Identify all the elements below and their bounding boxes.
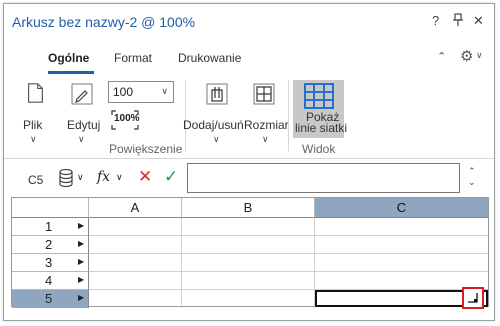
row-header-1[interactable]: 1 ▶	[12, 218, 89, 236]
row-header-4[interactable]: 4 ▶	[12, 272, 89, 290]
cell-b2[interactable]	[182, 236, 315, 254]
database-button[interactable]: ∨	[58, 168, 86, 188]
title-bar: Arkusz bez nazwy-2 @ 100% ? ✕	[4, 4, 494, 38]
group-separator	[288, 80, 289, 152]
pin-button[interactable]	[452, 13, 464, 30]
row-number: 5	[45, 291, 53, 306]
gridlines-icon	[304, 83, 334, 109]
zoom-group-label: Powiększenie	[109, 142, 183, 156]
row-arrow-icon: ▶	[78, 221, 85, 230]
function-button[interactable]: fx ∨	[95, 168, 127, 188]
expand-formula-icon[interactable]: ⌃ ⌄	[468, 166, 476, 188]
zoom-100-button[interactable]: 100%	[110, 109, 140, 131]
gear-icon[interactable]: ⚙	[460, 47, 473, 65]
dodaj-usun-label: Dodaj/usuń	[183, 118, 244, 132]
zoom-100-text: 100%	[114, 113, 140, 124]
formula-input[interactable]	[187, 163, 460, 193]
chevron-down-icon: ∨	[116, 172, 123, 182]
tab-format[interactable]: Format	[114, 51, 152, 65]
chevron-down-icon: ∨	[30, 134, 37, 144]
collapse-ribbon-icon[interactable]: ⌃	[437, 50, 446, 63]
cell-a4[interactable]	[89, 272, 182, 290]
insert-delete-icon	[206, 83, 228, 105]
cell-b1[interactable]	[182, 218, 315, 236]
row-header-3[interactable]: 3 ▶	[12, 254, 89, 272]
plik-label: Plik	[23, 118, 43, 132]
gridlines-label-2: linie siatki	[295, 121, 348, 135]
spreadsheet-grid: A B C 1 ▶ 2 ▶ 3 ▶ 4 ▶ 5 ▶	[11, 197, 489, 308]
resize-grid-icon	[253, 83, 275, 105]
widok-group-label: Widok	[302, 142, 336, 156]
show-gridlines-toggle[interactable]: Pokaż linie siatki	[293, 80, 348, 138]
pencil-icon	[71, 83, 93, 105]
row-header-2[interactable]: 2 ▶	[12, 236, 89, 254]
chevron-down-icon[interactable]: ∨	[476, 50, 483, 61]
formula-bar: C5 ∨ fx ∨ ✕ ✓ ⌃ ⌄	[4, 159, 494, 199]
chevron-down-icon: ∨	[78, 134, 85, 144]
window-title: Arkusz bez nazwy-2 @ 100%	[12, 14, 196, 30]
dodaj-usun-button[interactable]: Dodaj/usuń ∨	[183, 80, 248, 144]
fx-icon: fx	[97, 169, 111, 185]
zoom-select[interactable]: 100 ∨	[108, 81, 174, 103]
corner-cell[interactable]	[12, 198, 89, 218]
cell-a2[interactable]	[89, 236, 182, 254]
row-arrow-icon: ▶	[78, 275, 85, 284]
column-header-a[interactable]: A	[89, 198, 182, 218]
chevron-down-icon: ∨	[77, 172, 84, 182]
cell-c3[interactable]	[315, 254, 488, 272]
resize-handle-icon	[468, 293, 478, 303]
row-arrow-icon: ▶	[78, 257, 85, 266]
rozmiar-button[interactable]: Rozmiar ∨	[244, 80, 289, 144]
tab-drukowanie[interactable]: Drukowanie	[178, 51, 241, 65]
cell-a1[interactable]	[89, 218, 182, 236]
column-header-c[interactable]: C	[315, 198, 488, 218]
help-button[interactable]: ?	[432, 13, 439, 28]
cell-a5[interactable]	[89, 290, 182, 308]
row-header-5[interactable]: 5 ▶	[12, 290, 89, 308]
ribbon-tabs: Ogólne Format Drukowanie ⌃ ⚙ ∨	[4, 38, 494, 74]
chevron-down-icon: ∨	[262, 134, 269, 144]
row-number: 1	[45, 219, 53, 234]
edytuj-button[interactable]: Edytuj ∨	[60, 80, 104, 146]
column-header-b[interactable]: B	[182, 198, 315, 218]
cell-c2[interactable]	[315, 236, 488, 254]
row-arrow-icon: ▶	[78, 239, 85, 248]
row-number: 4	[45, 273, 53, 288]
row-number: 2	[45, 237, 53, 252]
row-arrow-icon: ▶	[78, 293, 85, 302]
cell-b5[interactable]	[182, 290, 315, 308]
cell-reference: C5	[28, 173, 44, 187]
confirm-icon[interactable]: ✓	[164, 167, 178, 187]
cell-c1[interactable]	[315, 218, 488, 236]
cancel-icon[interactable]: ✕	[138, 167, 152, 187]
close-button[interactable]: ✕	[473, 13, 484, 29]
chevron-down-icon: ∨	[161, 86, 168, 96]
ribbon: Plik ∨ Edytuj ∨ 100 ∨ 100% Powiększenie	[4, 74, 494, 159]
cell-b4[interactable]	[182, 272, 315, 290]
zoom-value: 100	[113, 85, 134, 99]
tab-ogolne[interactable]: Ogólne	[48, 51, 89, 65]
cell-b3[interactable]	[182, 254, 315, 272]
row-number: 3	[45, 255, 53, 270]
cell-a3[interactable]	[89, 254, 182, 272]
file-icon	[24, 82, 46, 104]
spreadsheet-window: Arkusz bez nazwy-2 @ 100% ? ✕ Ogólne For…	[3, 3, 495, 321]
database-icon	[59, 168, 73, 188]
rozmiar-label: Rozmiar	[244, 118, 289, 132]
plik-button[interactable]: Plik ∨	[14, 80, 54, 146]
edytuj-label: Edytuj	[67, 118, 101, 132]
pin-icon	[453, 13, 463, 26]
chevron-down-icon: ∨	[213, 134, 220, 144]
resize-handle-highlight[interactable]	[462, 287, 484, 309]
